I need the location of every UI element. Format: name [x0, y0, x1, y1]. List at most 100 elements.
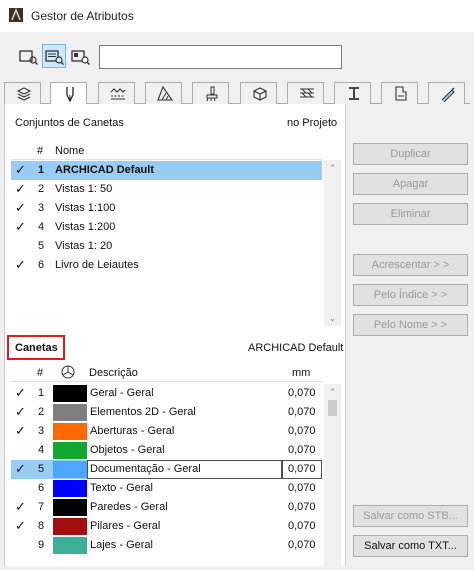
- pen-set-row[interactable]: ✓ 2 Vistas 1: 50: [11, 180, 322, 199]
- pen-sets-scrollbar[interactable]: ⌃ ⌄: [324, 160, 341, 326]
- check-icon[interactable]: ✓: [15, 423, 26, 439]
- col-mm-header[interactable]: mm: [292, 367, 310, 379]
- pelo-indice-button[interactable]: Pelo Índice > >: [353, 284, 468, 306]
- pen-row[interactable]: ✓ 7 Paredes - Geral 0,070: [11, 498, 322, 517]
- pen-row[interactable]: ✓ 2 Elementos 2D - Geral 0,070: [11, 403, 322, 422]
- check-icon[interactable]: ✓: [15, 499, 26, 515]
- pen-number: 3: [38, 425, 45, 437]
- pen-set-row[interactable]: ✓ 4 Vistas 1:200: [11, 218, 322, 237]
- col-name-header[interactable]: Nome: [55, 145, 84, 157]
- pen-number: 1: [38, 387, 45, 399]
- tab-surfaces[interactable]: [192, 82, 229, 104]
- pen-row[interactable]: ✓ 8 Pilares - Geral 0,070: [11, 517, 322, 536]
- scroll-thumb[interactable]: [328, 400, 337, 416]
- pen-set-row[interactable]: 5 Vistas 1: 20: [11, 237, 322, 256]
- pen-color-swatch[interactable]: [53, 537, 87, 554]
- duplicar-button[interactable]: Duplicar: [353, 143, 468, 165]
- pen-row[interactable]: ✓ 1 Geral - Geral 0,070: [11, 384, 322, 403]
- pen-set-number: 6: [38, 259, 45, 271]
- pen-color-swatch[interactable]: [53, 461, 87, 478]
- scroll-up-arrow[interactable]: ⌃: [324, 384, 341, 400]
- check-icon[interactable]: ✓: [15, 257, 26, 273]
- tab-layers[interactable]: [4, 82, 41, 104]
- pen-description: Pilares - Geral: [90, 520, 161, 532]
- salvar-txt-button[interactable]: Salvar como TXT...: [353, 535, 468, 557]
- pen-thickness: 0,070: [288, 520, 316, 532]
- check-icon[interactable]: ✓: [15, 181, 26, 197]
- pen-color-swatch[interactable]: [53, 442, 87, 459]
- pen-row[interactable]: ✓ 3 Aberturas - Geral 0,070: [11, 422, 322, 441]
- check-icon[interactable]: ✓: [15, 200, 26, 216]
- pen-number: 9: [38, 539, 45, 551]
- check-icon[interactable]: ✓: [15, 461, 26, 477]
- acrescentar-button[interactable]: Acrescentar > >: [353, 254, 468, 276]
- pen-color-swatch[interactable]: [53, 385, 87, 402]
- pens-title: Canetas: [7, 335, 65, 360]
- col-description-header[interactable]: Descrição: [89, 367, 138, 379]
- detail-view-button[interactable]: [68, 44, 92, 68]
- pen-row[interactable]: 6 Texto - Geral 0,070: [11, 479, 322, 498]
- pen-set-row[interactable]: ✓ 6 Livro de Leiautes: [11, 256, 322, 275]
- grid-view-button[interactable]: [42, 44, 66, 68]
- pen-set-name: Livro de Leiautes: [55, 259, 139, 271]
- profiles-icon: [349, 87, 359, 100]
- search-input[interactable]: [99, 45, 342, 69]
- pen-description: Texto - Geral: [90, 482, 153, 494]
- check-icon[interactable]: ✓: [15, 219, 26, 235]
- tab-pens[interactable]: [50, 82, 87, 105]
- pen-color-icon[interactable]: [61, 365, 75, 382]
- tab-zone-categories[interactable]: [381, 82, 418, 104]
- salvar-stb-button[interactable]: Salvar como STB...: [353, 505, 468, 527]
- scroll-up-arrow[interactable]: ⌃: [324, 160, 341, 176]
- check-icon[interactable]: ✓: [15, 518, 26, 534]
- pen-row[interactable]: 9 Lajes - Geral 0,070: [11, 536, 322, 555]
- pen-number: 5: [38, 463, 45, 475]
- pen-set-row[interactable]: ✓ 1 ARCHICAD Default: [11, 161, 322, 180]
- archicad-logo-icon: [9, 8, 23, 22]
- pen-set-number: 1: [38, 164, 45, 176]
- attribute-tabs: [4, 82, 470, 105]
- pen-set-row[interactable]: ✓ 3 Vistas 1:100: [11, 199, 322, 218]
- pen-description[interactable]: Documentação - Geral: [90, 463, 201, 475]
- tab-building-materials[interactable]: [240, 82, 277, 104]
- col-num-header[interactable]: #: [37, 145, 43, 157]
- fill-types-icon: [157, 86, 173, 101]
- pen-row[interactable]: ✓ 5 Documentação - Geral 0,070: [11, 460, 322, 479]
- pen-color-swatch[interactable]: [53, 518, 87, 535]
- check-icon[interactable]: ✓: [15, 162, 26, 178]
- mep-systems-icon: [441, 87, 455, 102]
- pen-row[interactable]: 4 Objetos - Geral 0,070: [11, 441, 322, 460]
- grid-view-icon: [45, 50, 64, 65]
- pen-sets-title: Conjuntos de Canetas: [15, 117, 124, 129]
- pen-set-number: 3: [38, 202, 45, 214]
- pen-description: Elementos 2D - Geral: [90, 406, 196, 418]
- col-num-header[interactable]: #: [37, 367, 43, 379]
- toolbar: [0, 32, 474, 82]
- tab-mep-systems[interactable]: [428, 82, 465, 104]
- pen-set-name: Vistas 1: 20: [55, 240, 113, 252]
- tab-line-types[interactable]: [98, 82, 135, 104]
- pen-number: 7: [38, 501, 45, 513]
- pen-color-swatch[interactable]: [53, 404, 87, 421]
- pen-description: Paredes - Geral: [90, 501, 168, 513]
- pelo-nome-button[interactable]: Pelo Nome > >: [353, 314, 468, 336]
- list-view-button[interactable]: [16, 44, 40, 68]
- pen-set-name: Vistas 1: 50: [55, 183, 113, 195]
- apagar-button[interactable]: Apagar: [353, 173, 468, 195]
- scroll-down-arrow[interactable]: ⌄: [324, 310, 341, 326]
- pens-header: # Descrição mm: [11, 364, 322, 382]
- check-icon[interactable]: ✓: [15, 404, 26, 420]
- tab-profiles[interactable]: [334, 82, 371, 104]
- eliminar-button[interactable]: Eliminar: [353, 203, 468, 225]
- pen-thickness: 0,070: [288, 387, 316, 399]
- pen-thickness: 0,070: [288, 406, 316, 418]
- pens-scrollbar[interactable]: ⌃: [324, 384, 341, 566]
- tab-fill-types[interactable]: [145, 82, 182, 104]
- pen-color-swatch[interactable]: [53, 480, 87, 497]
- pen-thickness[interactable]: 0,070: [288, 463, 316, 475]
- pen-color-swatch[interactable]: [53, 423, 87, 440]
- tab-composites[interactable]: [287, 82, 324, 104]
- pen-color-swatch[interactable]: [53, 499, 87, 516]
- line-types-icon: [110, 88, 126, 100]
- check-icon[interactable]: ✓: [15, 385, 26, 401]
